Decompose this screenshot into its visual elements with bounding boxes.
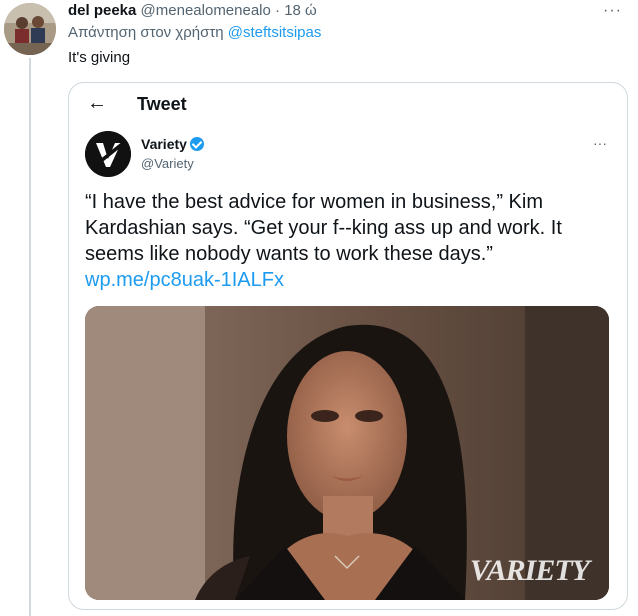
quoted-author-name[interactable]: Variety <box>141 136 204 152</box>
author-handle[interactable]: @menealomenealo <box>141 2 271 19</box>
reply-text: It's giving <box>68 49 131 66</box>
quoted-more-icon[interactable]: ··· <box>593 135 607 151</box>
variety-v-logo-icon <box>85 131 131 177</box>
verified-badge-icon <box>189 137 204 151</box>
timestamp[interactable]: 18 ώ <box>284 2 317 19</box>
quoted-tweet-link[interactable]: wp.me/pc8uak-1IALFx <box>85 269 284 292</box>
variety-watermark: VARIETY <box>469 554 590 587</box>
back-arrow-icon[interactable]: ← <box>87 92 107 115</box>
avatar[interactable] <box>4 3 56 55</box>
replying-to-label: Απάντηση στον χρήστη <box>68 24 224 41</box>
thread-line <box>29 58 31 616</box>
replying-to: Απάντηση στον χρήστη @steftsitsipas <box>68 24 321 41</box>
variety-logo-avatar[interactable] <box>85 131 131 177</box>
embedded-tweet-card[interactable]: ← Tweet Variety @Variety ··· “I have the… <box>68 82 628 610</box>
avatar-image <box>4 3 56 55</box>
quoted-author-handle[interactable]: @Variety <box>141 156 194 171</box>
quoted-tweet-text: “I have the best advice for women in bus… <box>85 191 562 265</box>
card-header: ← Tweet <box>69 83 627 123</box>
reply-header: del peeka @menealomenealo · 18 ώ <box>68 2 317 20</box>
quoted-author-label: Variety <box>141 136 187 152</box>
more-options-icon[interactable]: ··· <box>603 2 622 20</box>
separator-dot: · <box>275 2 281 19</box>
author-name[interactable]: del peeka <box>68 2 136 19</box>
card-title: Tweet <box>137 94 187 114</box>
reply-mention-link[interactable]: @steftsitsipas <box>228 24 322 41</box>
quoted-tweet-photo[interactable]: VARIETY <box>85 306 609 600</box>
